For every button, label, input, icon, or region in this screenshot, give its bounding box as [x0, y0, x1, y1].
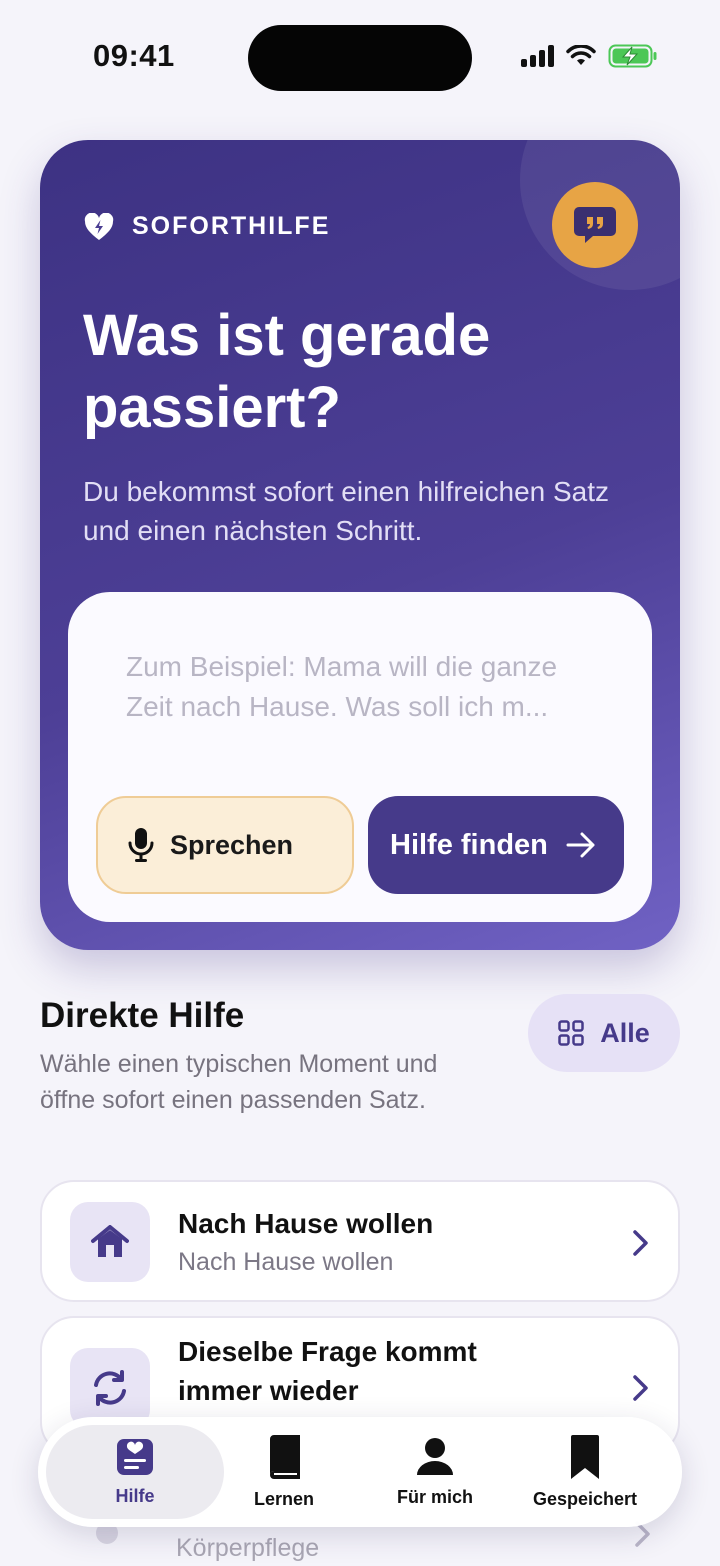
- tab-gespeichert[interactable]: Gespeichert: [524, 1425, 646, 1519]
- tab-bar: Hilfe Lernen Für mich Gespeichert: [38, 1417, 682, 1527]
- section-description: Wähle einen typischen Moment und öffne s…: [40, 1050, 438, 1114]
- situation-input-placeholder[interactable]: Zum Beispiel: Mama will die ganze Zeit n…: [126, 647, 606, 727]
- tab-label: Lernen: [253, 1488, 314, 1509]
- home-icon: [91, 1225, 129, 1257]
- find-help-button[interactable]: Hilfe finden: [368, 796, 624, 894]
- chevron-right-icon: [633, 1375, 648, 1401]
- tab-fuer-mich[interactable]: Für mich: [380, 1425, 490, 1519]
- speak-button-label: Sprechen: [170, 829, 294, 860]
- list-item-title: Nach Hause wollen: [178, 1208, 434, 1239]
- list-item-title: Dieselbe Frage kommt immer wieder: [178, 1336, 477, 1406]
- hero-title: Was ist gerade passiert?: [83, 303, 491, 440]
- arrow-right-icon: [566, 832, 595, 858]
- bookmark-icon: [571, 1434, 599, 1479]
- chevron-right-icon: [633, 1230, 648, 1256]
- hero-kicker-label: SOFORTHILFE: [132, 212, 331, 240]
- list-item-subtitle: Nach Hause wollen: [178, 1248, 394, 1276]
- show-all-button[interactable]: Alle: [528, 994, 680, 1072]
- person-icon: [417, 1437, 453, 1475]
- tab-label: Für mich: [396, 1486, 473, 1507]
- show-all-label: Alle: [600, 1017, 650, 1048]
- situation-input-card[interactable]: Zum Beispiel: Mama will die ganze Zeit n…: [68, 592, 652, 922]
- status-time: 09:41: [93, 38, 175, 73]
- list-item-icon-box: [70, 1202, 150, 1282]
- section-title: Direkte Hilfe: [40, 996, 245, 1035]
- microphone-icon: [128, 828, 154, 862]
- battery-charging-icon: [608, 44, 657, 68]
- list-item-icon-box: [70, 1348, 150, 1428]
- tab-hilfe[interactable]: Hilfe: [46, 1425, 224, 1519]
- tab-label: Hilfe: [115, 1485, 155, 1506]
- tab-lernen[interactable]: Lernen: [234, 1425, 334, 1519]
- status-icons: [521, 44, 658, 68]
- grid-icon: [558, 1020, 584, 1046]
- hero-kicker: SOFORTHILFE: [84, 212, 330, 241]
- tab-label: Gespeichert: [532, 1488, 638, 1509]
- book-icon: [270, 1434, 300, 1479]
- find-help-button-label: Hilfe finden: [390, 828, 548, 861]
- quote-chat-button[interactable]: [552, 182, 638, 268]
- hero-subtitle: Du bekommst sofort einen hilfreichen Sat…: [83, 476, 610, 546]
- speak-button[interactable]: Sprechen: [96, 796, 354, 894]
- list-item[interactable]: Nach Hause wollen Nach Hause wollen: [40, 1180, 680, 1302]
- refresh-icon: [94, 1370, 126, 1406]
- cellular-signal-icon: [521, 45, 554, 67]
- help-card-icon: [117, 1438, 153, 1475]
- dynamic-island: [248, 25, 472, 91]
- quick-help-card: SOFORTHILFE Was ist gerade passiert? Du …: [40, 140, 680, 950]
- heart-bolt-icon: [84, 212, 114, 240]
- quote-bubble-icon: [574, 207, 616, 243]
- wifi-icon: [566, 45, 596, 65]
- list-item-subtitle: Körperpflege: [176, 1534, 320, 1562]
